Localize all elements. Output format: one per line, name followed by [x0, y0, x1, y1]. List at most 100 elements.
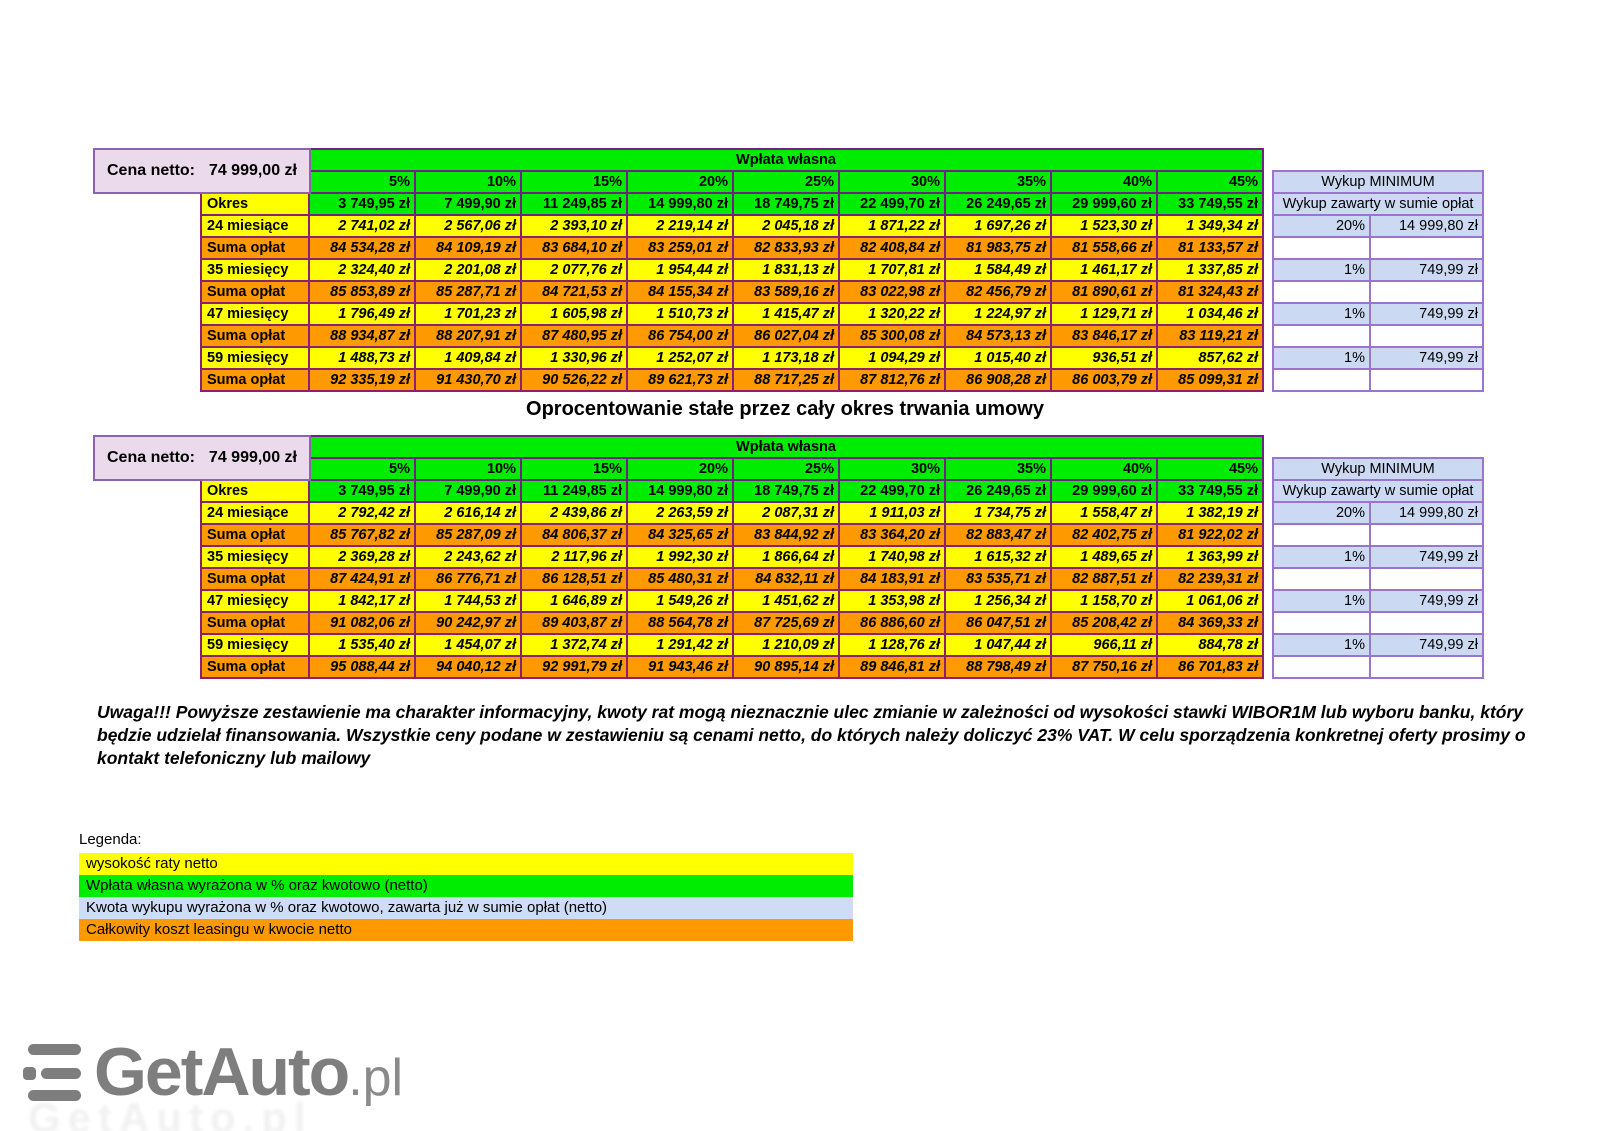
spacer: [1263, 215, 1273, 237]
row-label: 24 miesiące: [201, 215, 309, 237]
spacer: [1263, 436, 1273, 458]
wykup-percent: 1%: [1273, 546, 1370, 568]
row-label: 24 miesiące: [201, 502, 309, 524]
percent-header: 25%: [733, 458, 839, 480]
wykup-blank: [1370, 524, 1483, 546]
cell-value: 1 224,97 zł: [945, 303, 1051, 325]
cell-value: 1 409,84 zł: [415, 347, 521, 369]
spacer: [1263, 369, 1273, 391]
cell-value: 86 886,60 zł: [839, 612, 945, 634]
cell-value: 81 558,66 zł: [1051, 237, 1157, 259]
downpayment-amount: 18 749,75 zł: [733, 480, 839, 502]
cell-value: 884,78 zł: [1157, 634, 1263, 656]
wykup-amount: 749,99 zł: [1370, 347, 1483, 369]
cell-value: 1 992,30 zł: [627, 546, 733, 568]
cell-value: 85 099,31 zł: [1157, 369, 1263, 391]
net-price-label: Cena netto:: [107, 162, 195, 180]
cell-value: 1 349,34 zł: [1157, 215, 1263, 237]
cell-value: 84 806,37 zł: [521, 524, 627, 546]
getauto-logo-icon: [23, 1044, 81, 1101]
wykup-amount: 749,99 zł: [1370, 303, 1483, 325]
cell-value: 1 061,06 zł: [1157, 590, 1263, 612]
downpayment-amount: 26 249,65 zł: [945, 193, 1051, 215]
cell-value: 84 721,53 zł: [521, 281, 627, 303]
wykup-blank: [1273, 237, 1370, 259]
wykup-percent: 20%: [1273, 502, 1370, 524]
leasing-table-variable-rate: Cena netto: 74 999,00 zł Wpłata własna5%…: [93, 148, 1493, 396]
cell-value: 1 701,23 zł: [415, 303, 521, 325]
cell-value: 1 330,96 zł: [521, 347, 627, 369]
cell-value: 1 488,73 zł: [309, 347, 415, 369]
percent-header: 45%: [1157, 458, 1263, 480]
cell-value: 1 094,29 zł: [839, 347, 945, 369]
cell-value: 1 210,09 zł: [733, 634, 839, 656]
pricing-grid: Wpłata własna5%10%15%20%25%30%35%40%45%W…: [200, 435, 1484, 679]
row-label: Suma opłat: [201, 281, 309, 303]
net-price-label: Cena netto:: [107, 449, 195, 467]
row-label: Suma opłat: [201, 369, 309, 391]
cell-value: 83 846,17 zł: [1051, 325, 1157, 347]
watermark-ghost-text: GetAuto.pl: [28, 1094, 313, 1131]
cell-value: 1 796,49 zł: [309, 303, 415, 325]
wykup-blank: [1370, 237, 1483, 259]
cell-value: 1 353,98 zł: [839, 590, 945, 612]
cell-value: 87 725,69 zł: [733, 612, 839, 634]
cell-value: 1 252,07 zł: [627, 347, 733, 369]
percent-header: 5%: [309, 171, 415, 193]
wykup-percent: 1%: [1273, 634, 1370, 656]
wykup-minimum-header: Wykup MINIMUM: [1273, 458, 1483, 480]
spacer: [1263, 193, 1273, 215]
spacer: [1263, 281, 1273, 303]
cell-value: 94 040,12 zł: [415, 656, 521, 678]
cell-value: 2 439,86 zł: [521, 502, 627, 524]
downpayment-group-header: Wpłata własna: [309, 436, 1263, 458]
spacer: [1263, 568, 1273, 590]
cell-value: 1 372,74 zł: [521, 634, 627, 656]
wykup-percent: 20%: [1273, 215, 1370, 237]
downpayment-amount: 7 499,90 zł: [415, 480, 521, 502]
wykup-blank: [1273, 369, 1370, 391]
leasing-offer-sheet: Cena netto: 74 999,00 zł Wpłata własna5%…: [0, 0, 1600, 1131]
cell-value: 1 549,26 zł: [627, 590, 733, 612]
cell-value: 1 320,22 zł: [839, 303, 945, 325]
cell-value: 88 717,25 zł: [733, 369, 839, 391]
downpayment-amount: 11 249,85 zł: [521, 193, 627, 215]
net-price-value: 74 999,00 zł: [209, 162, 297, 180]
cell-value: 84 183,91 zł: [839, 568, 945, 590]
downpayment-amount: 22 499,70 zł: [839, 480, 945, 502]
cell-value: 92 335,19 zł: [309, 369, 415, 391]
cell-value: 2 201,08 zł: [415, 259, 521, 281]
percent-header: 35%: [945, 458, 1051, 480]
cell-value: 92 991,79 zł: [521, 656, 627, 678]
cell-value: 82 456,79 zł: [945, 281, 1051, 303]
net-price-box: Cena netto: 74 999,00 zł: [93, 148, 311, 194]
downpayment-group-header: Wpłata własna: [309, 149, 1263, 171]
percent-header: 30%: [839, 171, 945, 193]
spacer: [1263, 303, 1273, 325]
cell-value: 1 584,49 zł: [945, 259, 1051, 281]
cell-value: 86 047,51 zł: [945, 612, 1051, 634]
cell-value: 90 526,22 zł: [521, 369, 627, 391]
cell-value: 1 744,53 zł: [415, 590, 521, 612]
wykup-blank: [1273, 325, 1370, 347]
row-label: 47 miesięcy: [201, 590, 309, 612]
spacer: [1263, 612, 1273, 634]
cell-value: 2 324,40 zł: [309, 259, 415, 281]
row-label: 35 miesięcy: [201, 546, 309, 568]
downpayment-amount: 18 749,75 zł: [733, 193, 839, 215]
spacer: [1263, 171, 1273, 193]
cell-value: 95 088,44 zł: [309, 656, 415, 678]
spacer: [1263, 590, 1273, 612]
cell-value: 2 263,59 zł: [627, 502, 733, 524]
cell-value: 1 911,03 zł: [839, 502, 945, 524]
cell-value: 88 564,78 zł: [627, 612, 733, 634]
cell-value: 91 082,06 zł: [309, 612, 415, 634]
cell-value: 82 883,47 zł: [945, 524, 1051, 546]
cell-value: 1 461,17 zł: [1051, 259, 1157, 281]
wykup-amount: 14 999,80 zł: [1370, 215, 1483, 237]
cell-value: 1 256,34 zł: [945, 590, 1051, 612]
cell-value: 91 430,70 zł: [415, 369, 521, 391]
cell-value: 87 812,76 zł: [839, 369, 945, 391]
cell-value: 1 291,42 zł: [627, 634, 733, 656]
wykup-percent: 1%: [1273, 590, 1370, 612]
